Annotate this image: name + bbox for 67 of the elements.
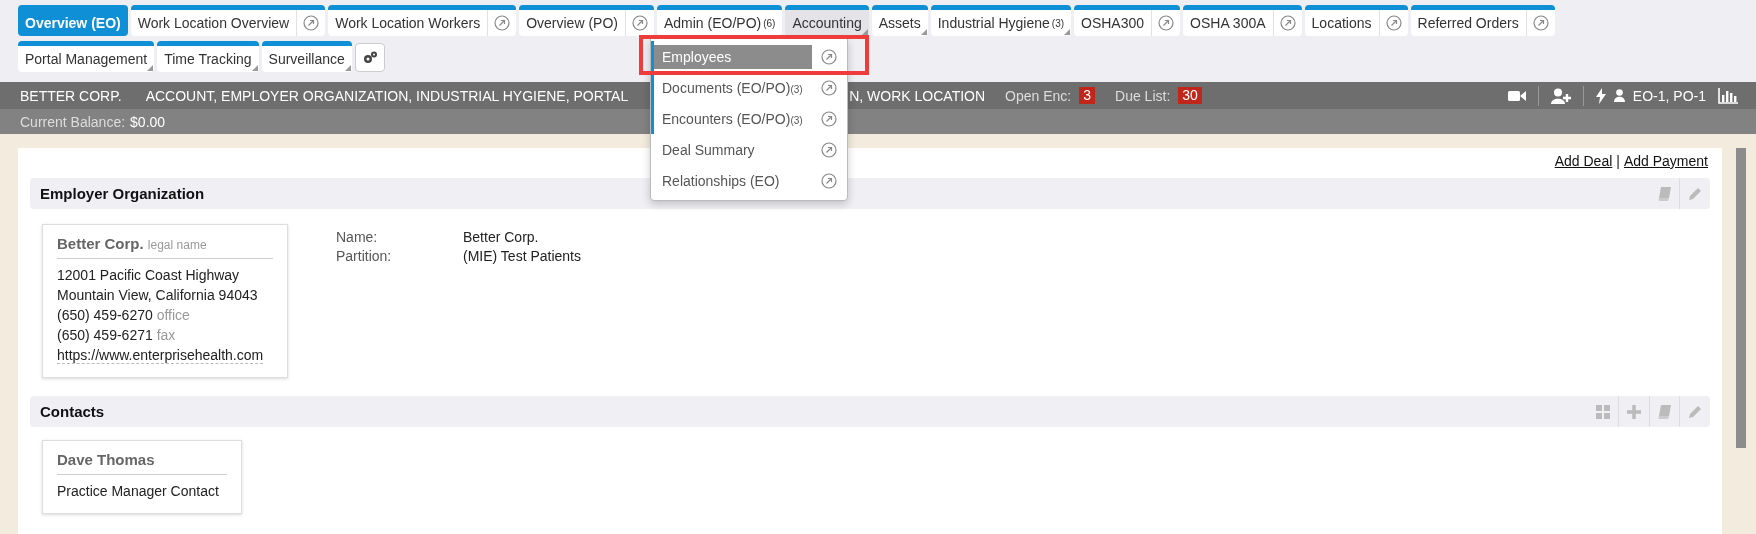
tab[interactable]: Accounting [785,5,869,36]
external-link-icon[interactable] [303,15,320,31]
add-user-icon[interactable] [1550,87,1571,104]
video-icon[interactable] [1507,88,1526,103]
section-title: Employer Organization [40,185,205,202]
card-name: Better Corp. [57,235,144,252]
open-enc-label: Open Enc: [1005,87,1072,104]
menu-item[interactable]: Deal Summary [651,134,847,165]
tab[interactable]: Time Tracking [157,41,259,72]
tab[interactable]: Assets [871,5,928,36]
external-link-icon[interactable] [821,141,837,158]
card-line: (650) 459-6271 fax [57,326,177,345]
external-link-icon[interactable] [821,110,837,127]
menu-item[interactable]: Documents (EO/PO)(3) [651,72,847,103]
tab[interactable]: OSHA300 [1074,5,1181,36]
external-link-icon[interactable] [1279,15,1296,31]
user-icon [1613,89,1625,102]
gear-icon [361,49,378,66]
field-value: Better Corp. [463,229,540,245]
user-orgs: EO-1, PO-1 [1632,87,1706,104]
external-link-icon[interactable] [1158,15,1175,31]
field-value: (MIE) Test Patients [463,248,581,264]
external-link-icon[interactable] [494,15,511,31]
tab[interactable]: Overview (EO) [18,5,128,36]
website-link[interactable]: https://www.enterprisehealth.com [57,347,264,364]
roles-text: N, WORK LOCATION [849,87,986,104]
external-link-icon[interactable] [1532,15,1549,31]
card-name-note: legal name [147,238,207,252]
tab[interactable]: Industrial Hygiene(3) [930,5,1072,36]
add-payment-link[interactable]: Add Payment [1623,153,1708,178]
tab[interactable]: Surveillance [261,41,352,72]
external-link-icon[interactable] [821,48,837,65]
menu-item[interactable]: Relationships (EO) [651,165,847,196]
add-deal-link[interactable]: Add Deal [1554,153,1613,178]
section-title: Contacts [40,403,105,420]
balance-value: $0.00 [130,113,166,130]
open-enc-count[interactable]: 3 [1079,87,1096,104]
tab[interactable]: Referred Orders [1410,5,1555,36]
external-link-icon[interactable] [821,79,837,96]
bolt-icon[interactable] [1595,87,1606,104]
tab[interactable]: OSHA 300A [1183,5,1302,36]
tab[interactable]: Overview (PO) [519,5,654,36]
external-link-icon[interactable] [631,15,648,31]
card-line: 12001 Pacific Coast Highway [57,266,241,285]
field-label: Name: [336,229,379,245]
external-link-icon[interactable] [1385,15,1402,31]
tab[interactable]: Portal Management [18,41,155,72]
menu-item[interactable]: Encounters (EO/PO)(3) [651,103,847,134]
link-separator: | [1616,153,1620,171]
external-link-icon[interactable] [821,172,837,189]
field-label: Partition: [336,248,393,264]
tab[interactable]: Work Location Workers [328,5,517,36]
tab[interactable]: Locations [1304,5,1408,36]
due-list-label: Due List: [1115,87,1171,104]
balance-label: Current Balance: [20,113,126,130]
tab[interactable]: Admin (EO/PO)(6) [656,5,783,36]
due-list-count[interactable]: 30 [1178,87,1202,104]
card-line: Practice Manager Contact [57,482,220,501]
scrollbar[interactable] [1736,148,1746,448]
company-name: BETTER CORP. [20,87,122,104]
tab[interactable]: Work Location Overview [130,5,326,36]
settings-button[interactable] [354,43,385,72]
card-line: Mountain View, California 94043 [57,286,259,305]
card-name: Dave Thomas [57,451,155,468]
card-line: (650) 459-6270 office [57,306,191,325]
roles-text: ACCOUNT, EMPLOYER ORGANIZATION, INDUSTRIAL HYGIENE, PORTAL [145,87,629,104]
bar-chart-icon[interactable] [1718,87,1738,104]
